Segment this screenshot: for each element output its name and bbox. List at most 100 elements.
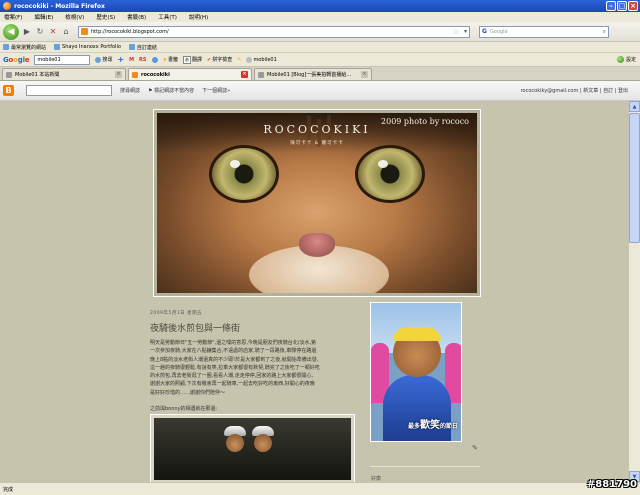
translate-button[interactable]: あ翻譯 [183,55,202,64]
minimize-button[interactable]: – [606,1,616,11]
navigation-toolbar: ◀ ▶ ↻ ✕ ⌂ http://rococokiki.blogspot.com… [0,22,640,42]
google-toolbar-search-input[interactable]: mobile01 [34,54,91,65]
google-logo: Google [3,55,30,64]
highlight-button[interactable]: ✎ [237,57,241,63]
next-blog-link[interactable]: 下一個網誌» [202,87,230,94]
address-url[interactable]: http://rococokiki.blogspot.com/ [91,29,169,35]
cat-nose [299,233,335,257]
account-email: rococokiky@gmail.com [520,88,579,94]
watermark: #881790 [586,479,637,490]
tab-favicon-icon [258,71,264,78]
bookmark-portfolio[interactable]: Shayo Inanoxx Portfolio [54,44,121,50]
window-titlebar: rococokiki - Mozilla Firefox – □ × [0,0,640,12]
header-cat-photo: ROCOCOKIKI 陳可卡卡 & 羅可卡卡 2009 photo by roc… [157,113,477,293]
search-icon[interactable]: ⌕ [603,28,606,36]
translate-icon: あ [183,55,191,64]
tab-close-icon[interactable]: × [115,71,122,78]
bookmark-most-visited[interactable]: 最常瀏覽的網站 [3,44,46,51]
toolbar-tag-button[interactable]: mobile01 [246,56,277,63]
photo-credit: 2009 photo by rococo [381,117,469,126]
search-blog-link[interactable]: 搜尋網誌 [120,87,140,94]
bookmark-toolbar-button[interactable]: ★ 書籤 [162,56,179,64]
sidebar-photo-caption: 最多歡笑的節日 [407,420,458,431]
new-post-link[interactable]: 新文章 [583,88,598,94]
post-line: 這一趟的夜騎很輕鬆,有說有笑,拉車大家都很有默契,騎完了之後吃了一頓好吃 [150,364,320,371]
blog-header: ROCOCOKIKI 陳可卡卡 & 羅可卡卡 2009 photo by roc… [153,109,481,297]
scrollbar-thumb[interactable] [629,113,640,243]
google-engine-icon[interactable]: G [482,28,487,35]
gmail-icon: M [129,56,135,63]
star-icon: ★ [162,56,167,63]
cat-left-eye [209,145,279,203]
rss-icon: RS [139,56,147,63]
flag-blog-link[interactable]: ⚑ 標記網誌不當內容 [148,87,194,94]
tab-rococokiki[interactable]: rococokiki × [128,68,252,80]
post-line: 一次參加夜騎,大家在八點鐘集合,不遠處的店家,騎了一段路後,車隊停在路邊 [150,348,317,355]
close-window-button[interactable]: × [628,1,638,11]
tab-close-icon[interactable]: × [361,71,368,78]
google-search-button[interactable]: 搜尋 [95,56,112,63]
post-line: 謝謝大家的照顧,下次有機會再一起騎車,一起去吃好吃的東西,好開心的夜晚 [150,381,315,388]
highlighter-icon: ✎ [237,56,242,63]
post-body: 明天是勞動節日"五一勞動節",還之嘿的意思,今晚是朋友們夜騎台北/淡水,第 一次… [150,339,358,397]
stop-icon[interactable]: ✕ [48,27,58,37]
share-icon [151,56,158,63]
reload-icon[interactable]: ↻ [35,27,45,37]
wrench-icon[interactable]: ✎ [472,444,478,452]
search-box[interactable]: G Google ⌕ [479,25,609,38]
tab-close-icon[interactable]: × [241,71,248,78]
bookmark-star-icon[interactable]: ☆ [453,28,459,36]
forward-button[interactable]: ▶ [22,27,32,37]
rider-face [254,434,272,452]
menu-tools[interactable]: 工具(T) [158,13,177,21]
tab-favicon-icon [132,71,138,78]
toolbar-settings-button[interactable]: 設定 [616,56,636,63]
bookmarks-toolbar: 最常瀏覽的網站 Shayo Inanoxx Portfolio 自訂連結 [0,42,640,53]
search-icon [95,56,102,63]
page-icon [128,44,135,50]
cat-right-eye [355,145,425,203]
plus-icon: + [117,55,125,64]
spellcheck-button[interactable]: ✔ 拼字檢查 [207,56,232,64]
tab-mobile01-news[interactable]: Mobile01 本站新聞 × [2,68,126,80]
customize-link[interactable]: 自訂 [603,88,613,94]
night-ride-photo [154,418,351,480]
menu-edit[interactable]: 編輯(E) [34,13,53,21]
menu-bar: 檔案(F) 編輯(E) 檢視(V) 歷史(S) 書籤(B) 工具(T) 說明(H… [0,12,640,22]
maximize-button[interactable]: □ [617,1,627,11]
share-button[interactable] [151,56,158,63]
plus-button[interactable]: + [117,55,124,64]
window-title: rococokiki - Mozilla Firefox [14,2,105,10]
blog-search-input[interactable] [26,85,112,96]
menu-file[interactable]: 檔案(F) [4,13,22,21]
blogger-account-links: rococokiky@gmail.com | 新文章 | 自訂 | 登出 [520,88,628,94]
search-placeholder[interactable]: Google [490,29,508,35]
gmail-button[interactable]: M [129,57,134,63]
vertical-scrollbar[interactable]: ▲ ▼ [628,101,640,482]
spellcheck-icon: ✔ [207,56,212,63]
status-bar: 完成 [0,482,640,495]
post-photo[interactable] [150,414,355,482]
tab-mobile01-blog[interactable]: Mobile01 [Blog]一張美拍轉首播給... × [254,68,372,80]
back-button[interactable]: ◀ [3,23,19,40]
scroll-up-icon[interactable]: ▲ [629,101,640,112]
status-text: 完成 [3,486,14,493]
home-icon[interactable]: ⌂ [61,27,71,37]
menu-history[interactable]: 歷史(S) [96,13,115,21]
bookmark-custom-links[interactable]: 自訂連結 [128,44,157,51]
menu-view[interactable]: 檢視(V) [65,13,84,21]
menu-bookmarks[interactable]: 書籤(B) [127,13,146,21]
sidebar-photo[interactable]: 最多歡笑的節日 [370,302,462,442]
yellow-headband [393,327,441,341]
blogger-logo-icon[interactable]: B [3,85,14,96]
post-date: 2009年5月1日 星期五 [150,311,203,316]
menu-help[interactable]: 說明(H) [189,13,208,21]
rss-button[interactable]: RS [139,57,146,63]
post-title[interactable]: 夜騎後水煎包與一條街 [150,321,240,334]
eye-glint [230,160,240,168]
url-dropdown-icon[interactable]: ▾ [464,28,467,35]
address-bar[interactable]: http://rococokiki.blogspot.com/ ☆ ▾ [78,25,470,38]
post-line: 明天是勞動節日"五一勞動節",還之嘿的意思,今晚是朋友們夜騎台北/淡水,第 [150,340,317,346]
sign-out-link[interactable]: 登出 [618,88,628,94]
rider-face [226,434,244,452]
